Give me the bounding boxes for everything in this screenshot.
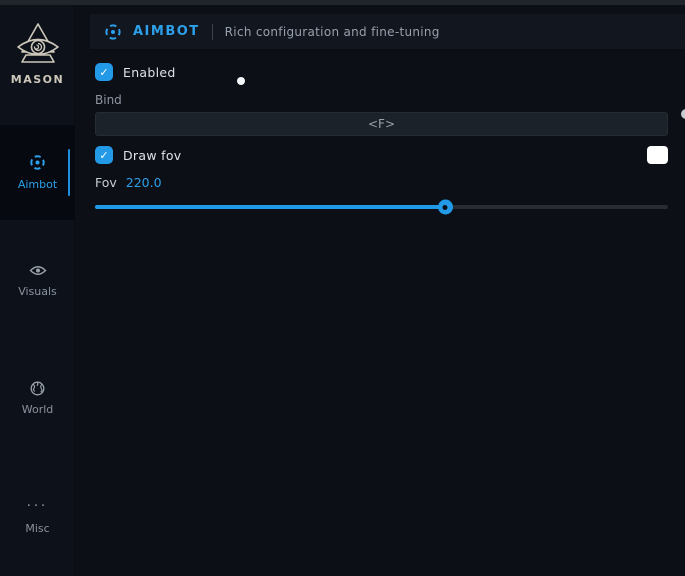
bind-input[interactable]: <F> bbox=[95, 112, 668, 136]
brand-name: MASON bbox=[0, 73, 75, 86]
enabled-row: ✓ Enabled bbox=[95, 63, 668, 81]
sidebar: MASON Aimbot Visuals Wo bbox=[0, 5, 75, 576]
sidebar-item-label: World bbox=[22, 403, 54, 416]
header-divider bbox=[212, 24, 213, 40]
download-config-button[interactable] bbox=[649, 21, 671, 43]
fov-label-row: Fov 220.0 bbox=[95, 175, 668, 190]
draw-fov-checkbox[interactable]: ✓ bbox=[95, 146, 113, 164]
fov-color-swatch[interactable] bbox=[647, 146, 668, 164]
cursor-dot bbox=[681, 109, 685, 119]
sidebar-item-label: Misc bbox=[25, 522, 49, 535]
enabled-checkbox[interactable]: ✓ bbox=[95, 63, 113, 81]
sidebar-item-visuals[interactable]: Visuals bbox=[0, 248, 75, 312]
sidebar-item-label: Visuals bbox=[18, 285, 57, 298]
fov-slider-thumb[interactable] bbox=[438, 200, 453, 215]
mason-eye-pyramid-icon bbox=[0, 20, 75, 70]
fov-label: Fov bbox=[95, 175, 117, 190]
draw-fov-label: Draw fov bbox=[123, 148, 181, 163]
sidebar-item-label: Aimbot bbox=[18, 178, 57, 191]
brand-logo: MASON bbox=[0, 20, 75, 86]
sidebar-item-misc[interactable]: ··· Misc bbox=[0, 485, 75, 549]
page-title: AIMBOT bbox=[133, 24, 200, 39]
draw-fov-row: ✓ Draw fov bbox=[95, 146, 668, 164]
fov-slider-track bbox=[95, 205, 668, 209]
ellipsis-icon: ··· bbox=[27, 499, 48, 515]
bind-label: Bind bbox=[95, 93, 668, 107]
eye-icon bbox=[29, 262, 47, 278]
header-actions bbox=[614, 21, 671, 43]
crosshair-icon bbox=[104, 23, 122, 41]
fov-slider[interactable] bbox=[95, 199, 668, 215]
section-header: AIMBOT Rich configuration and fine-tunin… bbox=[90, 14, 685, 51]
page-subtitle: Rich configuration and fine-tuning bbox=[225, 25, 440, 39]
globe-icon bbox=[30, 380, 45, 396]
upload-config-button[interactable] bbox=[614, 21, 636, 43]
sidebar-item-world[interactable]: World bbox=[0, 366, 75, 430]
enabled-label: Enabled bbox=[123, 65, 176, 80]
fov-value: 220.0 bbox=[126, 175, 162, 190]
crosshair-icon bbox=[29, 155, 46, 171]
fov-slider-fill bbox=[95, 205, 445, 209]
aimbot-settings: ✓ Enabled Bind <F> ✓ Draw fov Fov 220.0 bbox=[95, 55, 668, 215]
sidebar-item-aimbot[interactable]: Aimbot bbox=[0, 125, 75, 220]
main-panel: AIMBOT Rich configuration and fine-tunin… bbox=[76, 5, 685, 576]
